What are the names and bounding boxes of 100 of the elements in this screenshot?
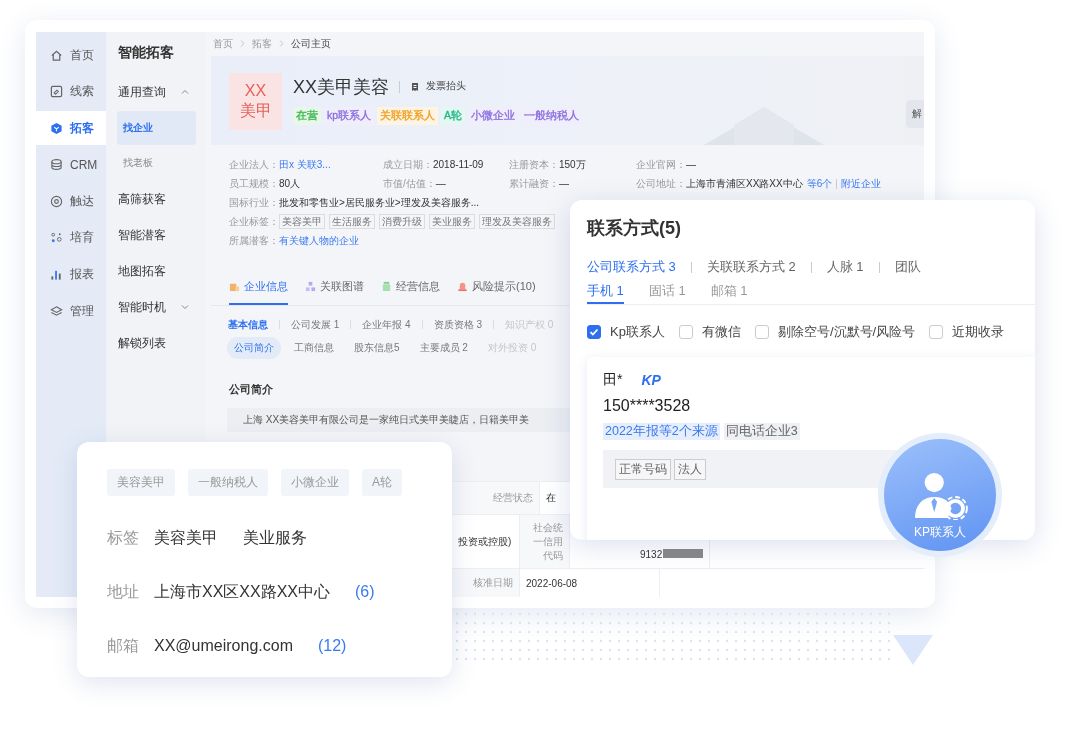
tab[interactable]: 人脉 1	[826, 258, 864, 276]
tab[interactable]: 关联图谱	[305, 273, 364, 305]
field-label: 企业标签：	[229, 214, 279, 229]
sub-tab[interactable]: 公司发展 1	[291, 317, 340, 332]
layers-icon	[50, 304, 63, 318]
tab[interactable]: 邮箱 1	[710, 282, 748, 304]
tag: 美业服务	[429, 214, 475, 230]
nav-item[interactable]: 培育	[36, 220, 106, 255]
menu-item[interactable]: 高筛获客	[117, 181, 194, 217]
section-tab[interactable]: 股东信息5	[347, 336, 407, 359]
sub-tab[interactable]: 基本信息	[228, 317, 268, 332]
nav-item[interactable]: 拓客	[36, 111, 106, 146]
breadcrumb-link[interactable]: 拓客	[252, 36, 272, 51]
nav-item[interactable]: 触达	[36, 184, 106, 219]
tag-icon	[50, 85, 63, 99]
phone-number: 150****3528	[603, 397, 692, 416]
tag: 消费升级	[379, 214, 425, 230]
status-tag: 小微企业	[468, 106, 519, 125]
field-value: 上海市青浦区XX路XX中心	[686, 176, 803, 191]
checkbox[interactable]	[678, 325, 693, 339]
menu-item[interactable]: 找企业	[117, 111, 196, 145]
checkbox[interactable]	[587, 325, 601, 339]
card-title: 联系方式(5)	[587, 217, 682, 240]
menu-item[interactable]: 找老板	[117, 146, 196, 180]
tab[interactable]: 团队	[894, 258, 921, 276]
menu-item[interactable]: 解锁列表	[117, 325, 194, 361]
tab[interactable]: 手机 1	[587, 282, 624, 304]
menu-item[interactable]: 智能潜客	[117, 217, 194, 253]
field-link[interactable]: 附近企业	[841, 176, 882, 191]
tag: 美容美甲	[107, 469, 175, 496]
table-cell: 核准日期	[452, 569, 520, 597]
database-icon	[50, 158, 63, 172]
field-label: 国标行业：	[229, 195, 279, 210]
checkbox[interactable]	[754, 325, 769, 339]
tab[interactable]: 企业信息	[229, 273, 288, 305]
field-link[interactable]: 等6个	[806, 176, 833, 191]
target-icon	[50, 194, 63, 208]
blocks-icon	[305, 280, 316, 292]
source-link[interactable]: 2022年报等2个来源	[603, 423, 720, 440]
checkbox-label: Kp联系人	[610, 323, 665, 341]
field-value: 美业服务	[243, 527, 307, 548]
tag: 法人	[674, 458, 706, 480]
company-logo: XX 美甲	[229, 72, 282, 130]
sub-tab[interactable]: 资质资格 3	[433, 317, 483, 332]
tab[interactable]: 风险提示(10)	[457, 273, 536, 305]
invoice-link[interactable]: 发票抬头	[426, 80, 466, 94]
tab[interactable]: 经营信息	[381, 273, 440, 305]
tab[interactable]: 关联联系方式 2	[706, 258, 796, 276]
sub-tab[interactable]: 企业年报 4	[362, 317, 411, 332]
nav-item[interactable]: 线索	[36, 74, 106, 109]
section-tab[interactable]: 工商信息	[287, 336, 341, 359]
section-heading: 公司简介	[228, 381, 274, 397]
menu-item[interactable]: 通用查询	[117, 74, 194, 110]
field-label: 市值/估值：	[383, 176, 436, 191]
field-link[interactable]: 有关键人物的企业	[279, 233, 359, 248]
checkbox-label: 剔除空号/沉默号/风险号	[777, 323, 916, 341]
table-cell: 社会统一信用代码	[520, 515, 570, 568]
breadcrumb-link[interactable]: 首页	[213, 36, 233, 51]
nav-item[interactable]: 管理	[36, 294, 106, 329]
tag: 小微企业	[281, 469, 349, 496]
redaction-bar	[663, 549, 703, 558]
triangle-shape	[893, 635, 933, 665]
tag: 正常号码	[615, 458, 671, 480]
alarm-icon	[457, 280, 468, 292]
tag: 美容美甲	[279, 214, 325, 230]
chevron-right-icon	[279, 39, 284, 49]
count-link[interactable]: (6)	[355, 583, 375, 601]
checkbox[interactable]	[929, 325, 944, 339]
company-name: XX美甲美容	[293, 75, 389, 99]
contact-name: 田*	[603, 371, 623, 389]
bar-chart-icon	[50, 268, 63, 282]
field-link[interactable]: 田x 关联3...	[279, 157, 331, 172]
tab[interactable]: 固话 1	[648, 282, 686, 304]
tag: 生活服务	[329, 214, 375, 230]
jar-icon	[381, 280, 392, 292]
nav-item[interactable]: 报表	[36, 257, 106, 292]
field-label: 公司地址：	[636, 176, 686, 191]
status-tag: A轮	[441, 106, 466, 125]
section-tab[interactable]: 公司简介	[227, 336, 281, 359]
breadcrumb-link[interactable]: 公司主页	[291, 36, 331, 51]
menu-item[interactable]: 智能时机	[117, 289, 194, 325]
field-label: 注册资本：	[509, 157, 559, 172]
dots-icon	[50, 231, 63, 245]
menu-item[interactable]: 地图拓客	[117, 253, 194, 289]
section-tab[interactable]: 主要成员 2	[412, 336, 475, 359]
field-value: —	[686, 159, 696, 171]
nav-item[interactable]: 首页	[36, 38, 106, 72]
nav-item[interactable]: CRM	[36, 147, 106, 182]
field-label: 企业官网：	[636, 157, 686, 172]
description-text: 上海 XX美容美甲有限公司是一家纯日式美甲美睫店，日籍美甲美	[243, 412, 530, 427]
field-label: 累计融资：	[509, 176, 559, 191]
status-tag: kp联系人	[324, 106, 375, 125]
checkbox-label: 有微信	[701, 323, 741, 341]
tag: 一般纳税人	[188, 469, 268, 496]
tab[interactable]: 公司联系方式 3	[587, 258, 676, 276]
count-link[interactable]: (12)	[317, 637, 347, 655]
table-cell: 经营状态	[452, 482, 540, 514]
status-tag: 关联联系人	[377, 106, 439, 125]
unlock-button[interactable]: 解	[906, 99, 924, 128]
sidebar-title: 智能拓客	[118, 43, 175, 62]
